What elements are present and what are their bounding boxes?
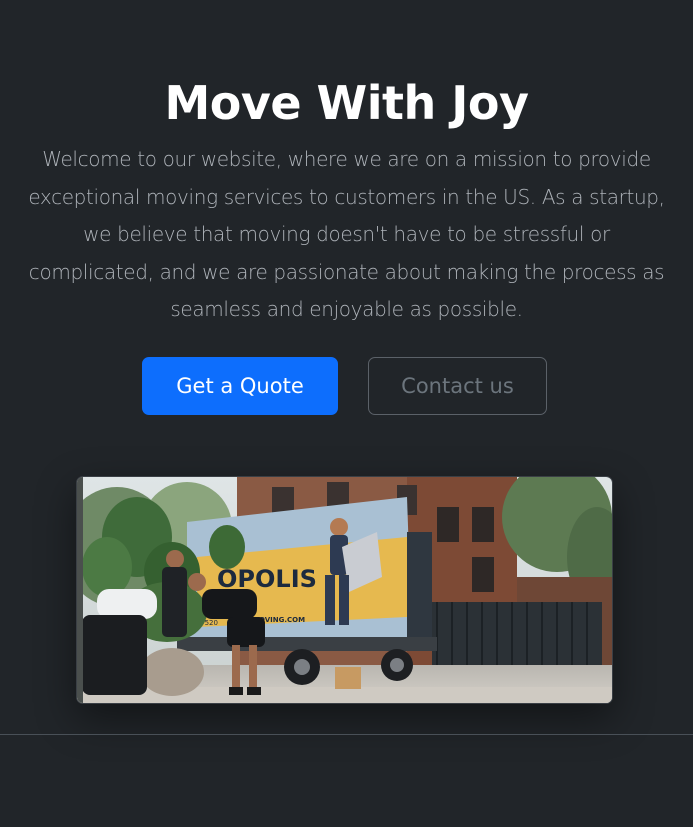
hero-title: Move With Joy	[164, 76, 529, 130]
section-divider	[0, 734, 693, 735]
contact-us-button[interactable]: Contact us	[368, 357, 547, 415]
hero-image-movers-truck: OPOLIS G MOVING.COM 518 520	[76, 476, 613, 704]
hero-section: Move With Joy Welcome to our website, wh…	[0, 0, 693, 734]
truck-brand-text: OPOLIS	[217, 565, 317, 593]
get-a-quote-button[interactable]: Get a Quote	[142, 357, 338, 415]
hero-lead-text: Welcome to our website, where we are on …	[28, 147, 665, 321]
